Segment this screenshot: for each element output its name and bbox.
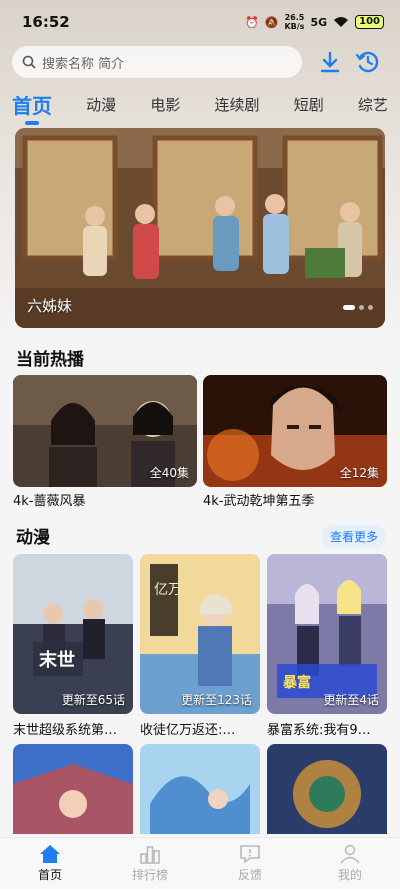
- banner-caption: 六姊妹: [27, 297, 73, 315]
- anime-card[interactable]: [267, 744, 387, 834]
- battery-indicator: 100: [355, 15, 384, 29]
- tab-movie[interactable]: 电影: [150, 94, 180, 115]
- anime-card[interactable]: 末世 更新至65话: [13, 554, 133, 714]
- anime-card[interactable]: 暴富 更新至4话: [267, 554, 387, 714]
- category-tabs: 首页 动漫 电影 连续剧 短剧 综艺: [12, 88, 388, 125]
- home-icon: [39, 844, 61, 864]
- status-time: 16:52: [22, 13, 70, 31]
- search-icon: [22, 55, 36, 69]
- hot-item-card[interactable]: 全40集: [13, 375, 197, 487]
- svg-text:亿万: 亿万: [154, 582, 182, 598]
- anime-card[interactable]: [140, 744, 260, 834]
- anime-poster: 末世: [13, 554, 133, 714]
- anime-title[interactable]: 收徒亿万返还:…: [140, 719, 260, 738]
- anime-title[interactable]: 暴富系统:我有9…: [267, 719, 387, 738]
- network-type: 5G: [310, 15, 328, 29]
- svg-text:暴富: 暴富: [282, 674, 311, 691]
- tab-home[interactable]: 首页: [12, 90, 52, 125]
- user-icon: [339, 844, 361, 864]
- anime-poster: [267, 744, 387, 834]
- hot-item-title[interactable]: 4k-蔷薇风暴: [13, 490, 197, 509]
- episode-badge: 全12集: [339, 466, 379, 480]
- network-speed-value: 26.5: [284, 13, 305, 22]
- nav-ranking[interactable]: 排行榜: [100, 838, 200, 889]
- nav-ranking-label: 排行榜: [131, 868, 168, 882]
- section-title-hot: 当前热播: [16, 350, 84, 370]
- nav-home[interactable]: 首页: [0, 838, 100, 889]
- banner-pagination: [343, 305, 373, 310]
- ranking-icon: [139, 844, 161, 864]
- wifi-icon: [333, 16, 349, 28]
- anime-poster: [140, 744, 260, 834]
- anime-card[interactable]: 亿万 更新至123话: [140, 554, 260, 714]
- anime-card[interactable]: [13, 744, 133, 834]
- tab-series[interactable]: 连续剧: [215, 94, 260, 115]
- featured-banner[interactable]: 六姊妹: [15, 128, 385, 328]
- update-badge: 更新至123话: [181, 693, 252, 707]
- episode-badge: 全40集: [149, 466, 189, 480]
- nav-home-label: 首页: [37, 868, 62, 882]
- status-bar: 16:52 ⏰ 🔕 26.5 KB/s 5G 100: [0, 0, 400, 44]
- search-placeholder: 搜索名称 简介: [42, 56, 125, 72]
- tab-anime[interactable]: 动漫: [86, 94, 116, 115]
- nav-profile[interactable]: 我的: [300, 838, 400, 889]
- network-speed-unit: KB/s: [284, 22, 305, 31]
- section-title-anime: 动漫: [16, 528, 50, 548]
- pagination-dot: [368, 305, 373, 310]
- search-input[interactable]: 搜索名称 简介: [12, 46, 302, 78]
- feedback-icon: [239, 844, 261, 864]
- hot-item-card[interactable]: 全12集: [203, 375, 387, 487]
- tab-short-drama[interactable]: 短剧: [294, 94, 324, 115]
- pagination-dot: [359, 305, 364, 310]
- anime-poster: 亿万: [140, 554, 260, 714]
- nav-feedback[interactable]: 反馈: [200, 838, 300, 889]
- history-icon[interactable]: [354, 48, 382, 76]
- download-icon[interactable]: [316, 48, 344, 76]
- tab-variety[interactable]: 综艺: [358, 94, 388, 115]
- alarm-icon: ⏰: [245, 15, 259, 29]
- anime-poster: [13, 744, 133, 834]
- svg-text:末世: 末世: [39, 649, 75, 671]
- pagination-dot-active: [343, 305, 355, 310]
- bottom-navigation: 首页 排行榜 反馈 我的: [0, 837, 400, 889]
- view-more-button[interactable]: 查看更多: [321, 525, 386, 548]
- anime-poster: 暴富: [267, 554, 387, 714]
- hot-item-title[interactable]: 4k-武动乾坤第五季: [203, 490, 387, 509]
- nav-feedback-label: 反馈: [237, 868, 262, 882]
- anime-title[interactable]: 末世超级系统第…: [13, 719, 133, 738]
- nav-profile-label: 我的: [337, 868, 362, 882]
- update-badge: 更新至65话: [61, 693, 125, 707]
- mute-icon: 🔕: [264, 15, 279, 29]
- update-badge: 更新至4话: [323, 693, 379, 707]
